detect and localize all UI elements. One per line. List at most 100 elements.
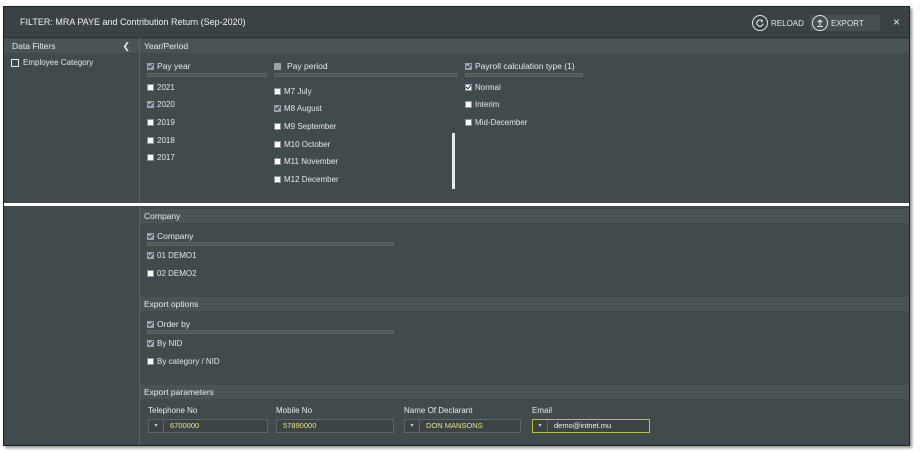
item-label: 2018 — [157, 136, 175, 145]
checkbox[interactable] — [274, 141, 281, 148]
item-label: 01 DEMO1 — [157, 251, 197, 260]
list-item[interactable]: Interim — [465, 100, 499, 109]
sidebar-bottom — [4, 207, 140, 445]
list-item[interactable]: 2019 — [147, 118, 175, 127]
checkbox[interactable] — [274, 105, 281, 112]
section-title: Export options — [144, 299, 199, 309]
item-label: 2021 — [157, 83, 175, 92]
checkbox[interactable] — [274, 158, 281, 165]
dialog-title: FILTER: MRA PAYE and Contribution Return… — [20, 17, 246, 27]
list-item[interactable]: M10 October — [274, 140, 330, 149]
checkbox[interactable] — [147, 270, 154, 277]
list-item[interactable]: By NID — [147, 339, 182, 348]
company-filter-bar[interactable] — [147, 242, 394, 246]
section-title: Export parameters — [144, 387, 214, 397]
item-label: M10 October — [284, 140, 331, 149]
email-value: demo@intnet.mu — [554, 421, 612, 430]
pay-year-header[interactable]: Pay year — [147, 61, 191, 71]
list-item[interactable]: M9 September — [274, 122, 336, 131]
list-item[interactable]: 2020 — [147, 100, 175, 109]
checkbox[interactable] — [147, 154, 154, 161]
mobile-value: 57890000 — [283, 421, 317, 430]
select-all-checkbox[interactable] — [274, 62, 281, 70]
title-bar: FILTER: MRA PAYE and Contribution Return… — [4, 7, 909, 38]
export-button[interactable]: EXPORT — [812, 14, 864, 32]
chevron-left-icon[interactable]: ❮ — [122, 39, 130, 53]
checkbox[interactable] — [465, 119, 472, 126]
sidebar: Data Filters ❮ Employee Category — [4, 37, 140, 203]
checkbox[interactable] — [147, 84, 154, 91]
item-label: Normal — [475, 83, 501, 92]
checkbox[interactable] — [274, 123, 281, 130]
list-item[interactable]: M12 December — [274, 175, 339, 184]
pay-period-filter-bar[interactable] — [274, 73, 457, 77]
section-title: Year/Period — [144, 41, 189, 51]
checkbox[interactable] — [147, 101, 154, 108]
pay-year-filter-bar[interactable] — [147, 73, 267, 77]
payroll-type-filter-bar[interactable] — [465, 73, 583, 77]
chevron-down-icon[interactable]: ▾ — [149, 420, 164, 432]
list-item[interactable]: 2017 — [147, 153, 175, 162]
list-item[interactable]: M7 July — [274, 87, 312, 96]
declarant-field[interactable]: ▾ DON MANSONS — [404, 419, 521, 433]
reload-button[interactable]: RELOAD — [752, 14, 804, 32]
item-label: Interim — [475, 100, 500, 109]
checkbox[interactable] — [147, 137, 154, 144]
list-item[interactable]: 2021 — [147, 83, 175, 92]
declarant-label: Name Of Declarant — [404, 406, 473, 415]
item-label: M9 September — [284, 122, 337, 131]
pay-period-label: Pay period — [287, 61, 328, 71]
select-all-checkbox[interactable] — [465, 62, 472, 70]
section-header-company: Company — [140, 209, 909, 223]
list-item[interactable]: M8 August — [274, 104, 322, 113]
select-all-checkbox[interactable] — [147, 320, 154, 328]
section-header-year-period: Year/Period — [140, 39, 909, 53]
folder-icon — [11, 58, 19, 67]
item-label: By category / NID — [157, 357, 220, 366]
payroll-type-header[interactable]: Payroll calculation type (1) — [465, 61, 575, 71]
telephone-field[interactable]: ▾ 6700000 — [148, 419, 268, 433]
list-item[interactable]: Mid-December — [465, 118, 527, 127]
email-field[interactable]: ▾ demo@intnet.mu — [532, 419, 650, 433]
list-item[interactable]: Normal — [465, 83, 501, 92]
export-label: EXPORT — [831, 18, 864, 28]
payroll-type-label: Payroll calculation type (1) — [475, 61, 575, 71]
select-all-checkbox[interactable] — [147, 232, 154, 240]
checkbox[interactable] — [147, 252, 154, 259]
list-item[interactable]: 2018 — [147, 136, 175, 145]
list-item[interactable]: 02 DEMO2 — [147, 269, 197, 278]
section-title: Company — [144, 211, 181, 221]
checkbox[interactable] — [147, 340, 154, 347]
list-item[interactable]: M11 November — [274, 157, 338, 166]
company-group-header[interactable]: Company — [147, 231, 193, 241]
item-label: 02 DEMO2 — [157, 269, 197, 278]
company-group-label: Company — [157, 231, 194, 241]
checkbox[interactable] — [465, 84, 472, 91]
order-by-header[interactable]: Order by — [147, 319, 190, 329]
list-item[interactable]: By category / NID — [147, 357, 220, 366]
chevron-down-icon[interactable]: ▾ — [405, 420, 420, 432]
checkbox[interactable] — [147, 358, 154, 365]
mobile-label: Mobile No — [276, 406, 313, 415]
pay-year-label: Pay year — [157, 61, 191, 71]
list-item[interactable]: 01 DEMO1 — [147, 251, 197, 260]
checkbox[interactable] — [465, 101, 472, 108]
declarant-value: DON MANSONS — [426, 421, 483, 430]
checkbox[interactable] — [274, 88, 281, 95]
item-label: By NID — [157, 339, 183, 348]
select-all-checkbox[interactable] — [147, 62, 154, 70]
mobile-field[interactable]: 57890000 — [276, 419, 394, 433]
filter-section-bottom: Company Company 01 DEMO1 02 DEMO2 Export… — [4, 207, 909, 445]
checkbox[interactable] — [274, 176, 281, 183]
sidebar-item-employee-category[interactable]: Employee Category — [11, 58, 93, 67]
checkbox[interactable] — [147, 119, 154, 126]
order-by-filter-bar[interactable] — [147, 330, 394, 334]
sidebar-header: Data Filters ❮ — [4, 39, 139, 53]
close-icon[interactable]: × — [893, 15, 900, 29]
pay-period-header[interactable]: Pay period — [274, 61, 328, 71]
item-label: M11 November — [284, 157, 339, 166]
item-label: 2017 — [157, 153, 175, 162]
scrollbar-thumb[interactable] — [452, 133, 455, 189]
email-label: Email — [532, 406, 553, 415]
chevron-down-icon[interactable]: ▾ — [533, 420, 548, 432]
